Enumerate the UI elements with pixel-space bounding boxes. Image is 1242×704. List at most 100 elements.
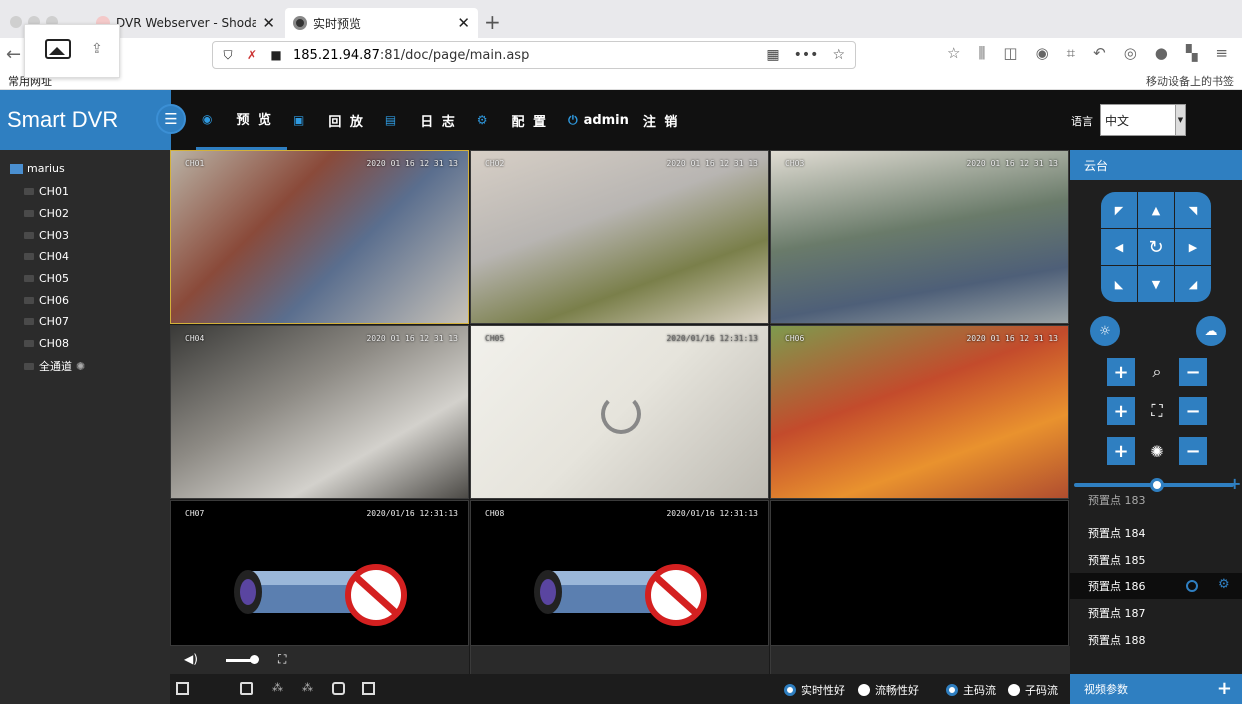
video-cell-empty[interactable] [770,500,1069,646]
focus-in-button[interactable]: + [1107,397,1135,425]
channel-item-all[interactable]: 全通道 ✺ [24,358,85,374]
cell-control-bar: ◀) ⛶ [170,646,469,674]
iris-close-button[interactable]: − [1179,437,1207,465]
device-root[interactable]: marius [10,162,65,175]
preset-settings-icon[interactable]: ⚙ [1218,577,1230,592]
addon-icon[interactable]: ▚ [1186,44,1198,62]
language-select[interactable]: 中文 ▼ [1100,104,1186,136]
option-sub-stream[interactable]: 子码流 [1008,682,1058,698]
snapshot-icon[interactable] [332,682,345,695]
ptz-up-left-button[interactable]: ◤ [1101,192,1137,228]
extension-icon[interactable]: ◎ [1124,44,1137,62]
sidebar-icon[interactable]: ◫ [1003,44,1017,62]
menu-config[interactable]: ⚙ 配 置 [471,90,562,150]
browser-tab-preview[interactable]: 实时预览 ✕ [285,8,478,38]
wiper-icon[interactable]: ☁ [1196,316,1226,346]
record-icon[interactable] [240,682,253,695]
channel-item[interactable]: CH07 [24,315,69,328]
mobile-bookmarks[interactable]: 移动设备上的书签 [1146,73,1234,89]
channel-item[interactable]: CH06 [24,294,69,307]
preset-item[interactable]: 预置点 187 [1070,600,1242,626]
menu-preview[interactable]: ◉ 预 览 [196,90,288,150]
menu-logout[interactable]: 注 销 [643,90,694,150]
undo-icon[interactable]: ↶ [1093,44,1106,62]
ptz-down-right-button[interactable]: ◢ [1175,266,1211,302]
no-camera-icon [534,564,707,626]
video-cell-ch02[interactable]: CH02 2020 01 16 12 31 13 [470,150,769,324]
new-tab-button[interactable]: + [484,10,501,34]
channel-item[interactable]: CH08 [24,337,69,350]
channel-item[interactable]: CH03 [24,229,69,242]
qr-code-icon[interactable]: ▦ [766,47,779,63]
zoom-in-button[interactable]: + [1107,358,1135,386]
back-icon[interactable]: ← [6,44,21,65]
volume-knob[interactable] [250,655,259,664]
layout-grid-icon[interactable] [176,682,189,695]
channel-item[interactable]: CH01 [24,185,69,198]
video-cell-ch06[interactable]: CH06 2020 01 16 12 31 13 [770,325,1069,499]
video-params-bar[interactable]: 视频参数 + [1070,674,1242,704]
close-icon[interactable]: ✕ [457,14,470,32]
url-bar[interactable]: ⛉ ✗ ■ 185.21.94.87:81/doc/page/main.asp … [212,41,856,69]
bookmarks-icon[interactable]: ☆ [947,44,960,62]
menu-toggle-icon[interactable]: ☰ [156,104,186,134]
chevron-down-icon: ▼ [1175,105,1185,135]
channel-item[interactable]: CH05 [24,272,69,285]
light-icon[interactable]: ☼ [1090,316,1120,346]
account-icon[interactable]: ◉ [1036,44,1049,62]
blocked-permission-icon[interactable]: ✗ [243,48,261,62]
speed-plus-icon[interactable]: + [1228,474,1241,493]
zoom-out-button[interactable]: − [1179,358,1207,386]
eye-icon: ◉ [202,111,215,126]
iris-row: + ✺ − [1107,437,1207,465]
focus-out-button[interactable]: − [1179,397,1207,425]
ptz-speed-knob[interactable] [1150,478,1164,492]
preset-item[interactable]: 预置点 183 [1070,494,1242,508]
preset-item[interactable]: 预置点 184 [1070,520,1242,546]
option-realtime[interactable]: 实时性好 [784,682,845,698]
window-close-button[interactable] [10,16,22,28]
fullscreen-icon[interactable]: ⛶ [278,652,286,667]
menu-log[interactable]: ▤ 日 志 [379,90,471,150]
channel-item[interactable]: CH02 [24,207,69,220]
crop-icon[interactable]: ⌗ [1067,44,1075,62]
menu-playback[interactable]: ▣ 回 放 [287,90,379,150]
zoom-icon: ⌕ [1152,362,1162,381]
video-cell-ch01[interactable]: CH01 2020 01 16 12 31 13 [170,150,469,324]
ptz-up-right-button[interactable]: ◥ [1175,192,1211,228]
ptz-down-button[interactable]: ▼ [1138,266,1174,302]
library-icon[interactable]: ⫼ [978,44,985,62]
video-cell-ch08[interactable]: CH08 2020/01/16 12:31:13 [470,500,769,646]
video-cell-ch05[interactable]: CH05 2020/01/16 12:31:13 [470,325,769,499]
image-icon[interactable] [45,39,71,59]
prev-icon[interactable]: ⁂ [272,681,283,694]
focus-icon: ⛶ [1151,401,1163,420]
option-smooth[interactable]: 流畅性好 [858,682,919,698]
preset-item[interactable]: 预置点 185 [1070,547,1242,573]
upload-icon[interactable]: ⇪ [91,41,103,57]
more-icon[interactable]: ••• [794,47,819,63]
power-icon: ⏻ [568,112,580,127]
channel-item[interactable]: CH04 [24,250,69,263]
expand-plus-icon[interactable]: + [1217,678,1232,699]
preset-item[interactable]: 预置点 188 [1070,627,1242,653]
ptz-right-button[interactable]: ▶ [1175,229,1211,265]
next-icon[interactable]: ⁂ [302,681,313,694]
video-cell-ch03[interactable]: CH03 2020 01 16 12 31 13 [770,150,1069,324]
ptz-down-left-button[interactable]: ◣ [1101,266,1137,302]
menu-icon[interactable]: ≡ [1215,44,1228,62]
bookmark-star-icon[interactable]: ☆ [832,47,845,63]
shield-extension-icon[interactable]: ● [1155,44,1168,62]
close-icon[interactable]: ✕ [262,14,275,32]
video-cell-ch07[interactable]: CH07 2020/01/16 12:31:13 [170,500,469,646]
preset-item-active[interactable]: 预置点 186 ⚙ [1070,573,1242,599]
video-cell-ch04[interactable]: CH04 2020 01 16 12 31 13 [170,325,469,499]
ptz-auto-button[interactable]: ↻ [1138,229,1174,265]
volume-icon[interactable]: ◀) [184,652,198,666]
ptz-up-button[interactable]: ▲ [1138,192,1174,228]
fullscreen-all-icon[interactable] [362,682,375,695]
preset-call-icon[interactable] [1186,580,1198,592]
option-main-stream[interactable]: 主码流 [946,682,996,698]
ptz-left-button[interactable]: ◀ [1101,229,1137,265]
iris-open-button[interactable]: + [1107,437,1135,465]
